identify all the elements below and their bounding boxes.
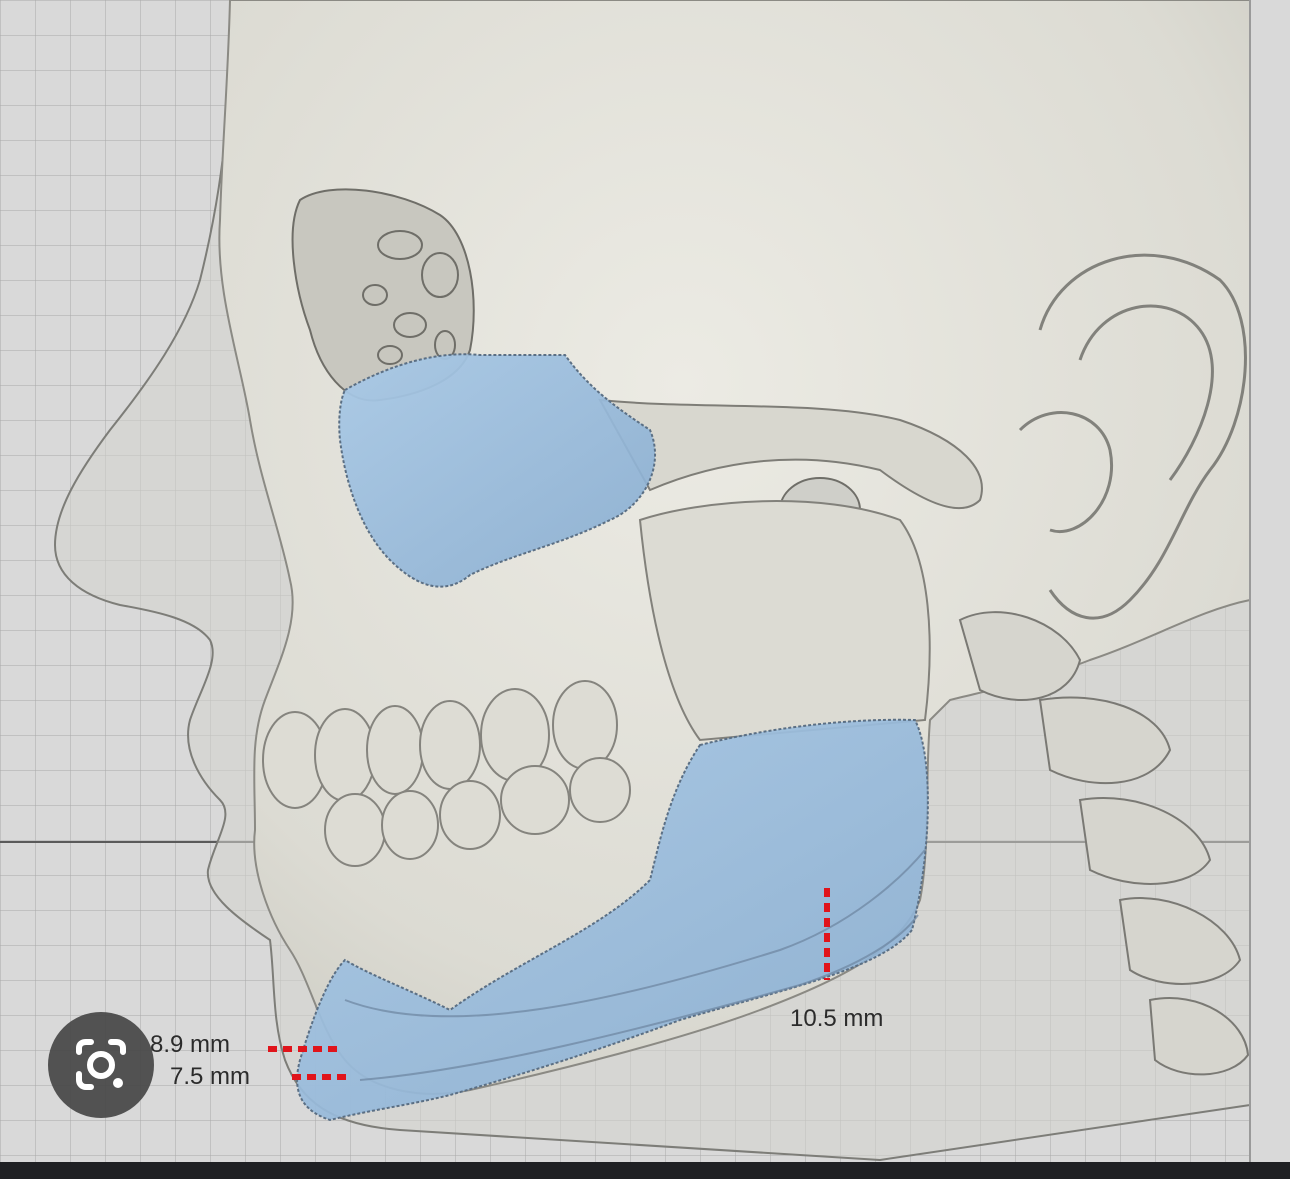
3d-model-viewport[interactable]: 8.9 mm 7.5 mm 10.5 mm [0, 0, 1290, 1162]
viewport-right-edge [1250, 0, 1290, 1162]
measure-label-chin-lower: 7.5 mm [170, 1063, 251, 1090]
model-canvas [0, 0, 1290, 1162]
google-lens-icon [76, 1039, 126, 1090]
mandible-ramus [638, 500, 931, 742]
measure-label-chin-upper: 8.9 mm [150, 1031, 231, 1058]
bottom-bar [0, 1162, 1290, 1179]
measure-label-jaw-angle: 10.5 mm [790, 1005, 884, 1032]
lens-search-button[interactable] [48, 1012, 154, 1118]
